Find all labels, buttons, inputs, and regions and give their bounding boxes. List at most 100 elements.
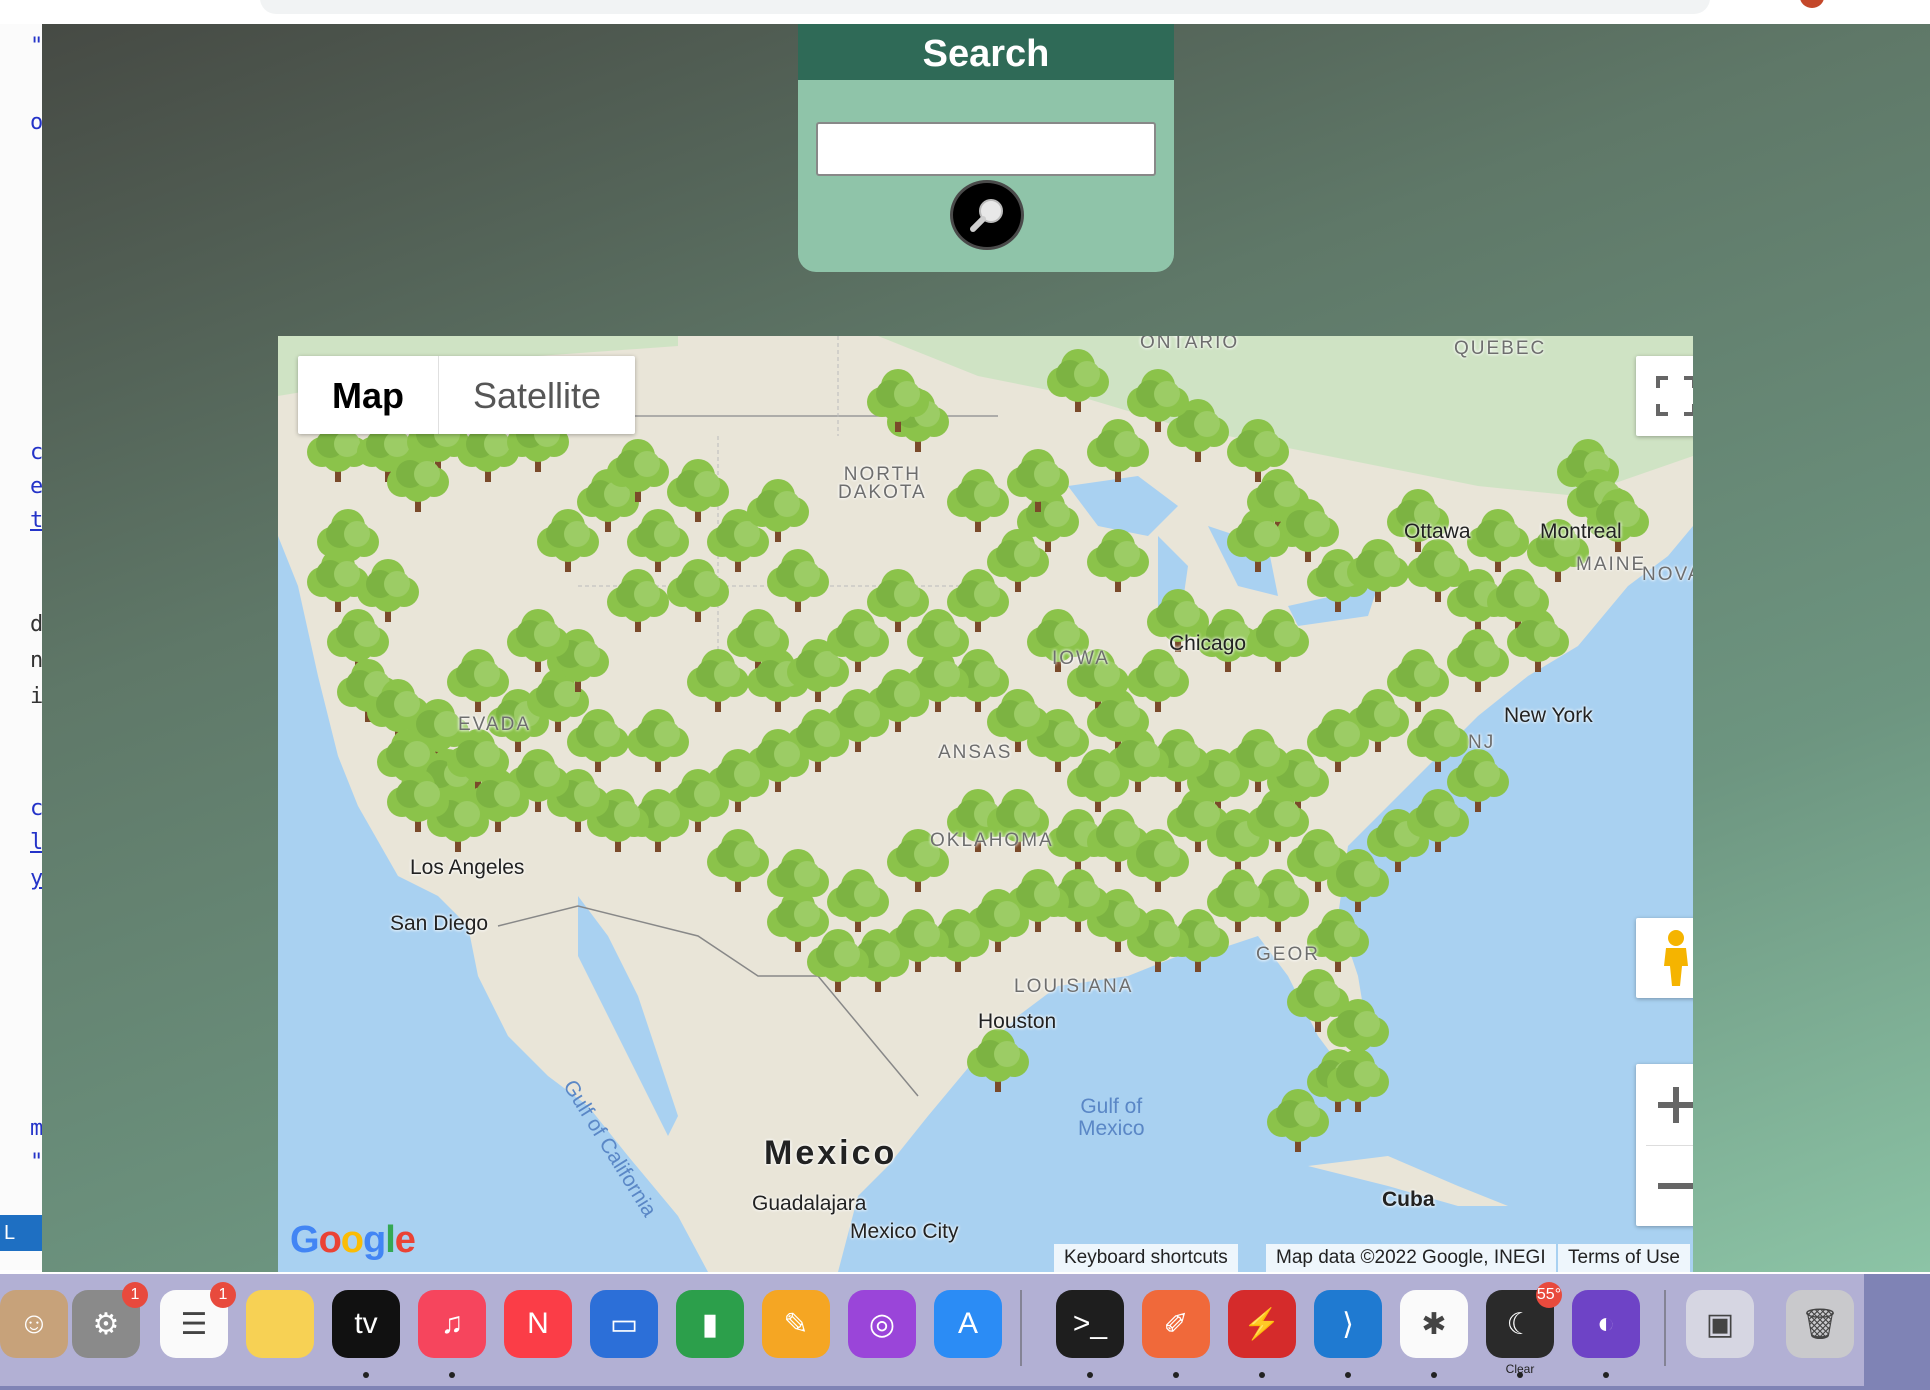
dock-pages-icon[interactable]: ✎: [762, 1290, 830, 1358]
label-nj: NJ: [1468, 732, 1496, 753]
dock-running-indicator: [1517, 1372, 1523, 1378]
address-bar[interactable]: [260, 0, 1710, 14]
tree-marker[interactable]: [607, 569, 669, 632]
label-georgia: GEOR: [1256, 944, 1320, 965]
dock-notes-icon[interactable]: [246, 1290, 314, 1358]
fullscreen-button[interactable]: [1636, 356, 1693, 436]
tree-marker[interactable]: [1247, 609, 1309, 672]
dock-terminal-icon[interactable]: >_: [1056, 1290, 1124, 1358]
dock-reminders-icon[interactable]: ☰ 1: [160, 1282, 236, 1358]
pegman-button[interactable]: [1636, 918, 1693, 998]
dock-postman-icon[interactable]: ✐: [1142, 1290, 1210, 1358]
tree-marker[interactable]: [567, 709, 629, 772]
label-mexico: Mexico: [764, 1134, 898, 1172]
search-panel: Search: [798, 24, 1174, 272]
map-type-map-button[interactable]: Map: [298, 356, 439, 434]
tree-marker[interactable]: [537, 509, 599, 572]
tree-marker[interactable]: [867, 569, 929, 632]
tree-marker[interactable]: [687, 649, 749, 712]
profile-avatar[interactable]: [1800, 0, 1824, 8]
label-mexico-city: Mexico City: [850, 1220, 959, 1243]
label-ontario: ONTARIO: [1140, 336, 1240, 353]
tree-marker[interactable]: [1267, 1089, 1329, 1152]
keyboard-shortcuts-link[interactable]: Keyboard shortcuts: [1054, 1244, 1238, 1272]
dock-vscode-icon[interactable]: ⟩: [1314, 1290, 1382, 1358]
tree-marker[interactable]: [1447, 629, 1509, 692]
map-view[interactable]: Map Satellite ONTARIO QUEBEC NORTH DAKOT…: [278, 336, 1693, 1272]
dock-contacts-icon[interactable]: ☺: [0, 1290, 68, 1358]
tree-marker[interactable]: [667, 559, 729, 622]
tree-marker[interactable]: [1047, 349, 1109, 412]
label-north-dakota: NORTH DAKOTA: [838, 464, 927, 503]
dock-running-indicator: [1087, 1372, 1093, 1378]
label-gulf-of-mexico: Gulf of Mexico: [1078, 1095, 1145, 1140]
tree-marker[interactable]: [1387, 649, 1449, 712]
dock-separator: [1020, 1290, 1022, 1366]
tree-marker[interactable]: [447, 649, 509, 712]
map-type-control: Map Satellite: [298, 356, 636, 434]
editor-status-bar[interactable]: L: [0, 1215, 44, 1251]
tree-marker[interactable]: [827, 869, 889, 932]
dock-screenshot-preview-icon[interactable]: ▣: [1686, 1290, 1754, 1358]
dock-music-icon[interactable]: ♫: [418, 1290, 486, 1358]
tree-marker[interactable]: [1127, 649, 1189, 712]
tree-marker[interactable]: [1207, 869, 1269, 932]
tree-marker[interactable]: [307, 549, 369, 612]
dock-trash-icon[interactable]: 🗑: [1786, 1290, 1854, 1358]
search-button[interactable]: [950, 180, 1024, 250]
minus-icon: [1658, 1182, 1693, 1189]
label-houston: Houston: [978, 1010, 1057, 1033]
label-louisiana: LOUISIANA: [1014, 976, 1134, 997]
tree-marker[interactable]: [627, 509, 689, 572]
dock-running-indicator: [363, 1372, 369, 1378]
label-chicago: Chicago: [1169, 632, 1247, 655]
browser-toolbar: [0, 0, 1930, 24]
dock-apple-tv-icon[interactable]: tv: [332, 1290, 400, 1358]
tree-marker[interactable]: [807, 929, 869, 992]
tree-marker[interactable]: [667, 459, 729, 522]
tree-marker[interactable]: [707, 829, 769, 892]
fullscreen-icon: [1656, 376, 1693, 416]
label-kansas: ANSAS: [938, 742, 1013, 763]
plus-icon: [1658, 1086, 1693, 1123]
dock-news-icon[interactable]: N: [504, 1290, 572, 1358]
label-new-york: New York: [1504, 704, 1593, 727]
tree-marker[interactable]: [627, 709, 689, 772]
dock-github-desktop-icon[interactable]: ◐: [1572, 1290, 1640, 1358]
tree-markers[interactable]: [278, 336, 1693, 1272]
dock-keynote-icon[interactable]: ▭: [590, 1290, 658, 1358]
dock-system-preferences-icon[interactable]: ⚙ 1: [72, 1282, 148, 1358]
google-logo[interactable]: Google: [290, 1219, 416, 1262]
tree-marker[interactable]: [1087, 529, 1149, 592]
label-san-diego: San Diego: [390, 912, 489, 935]
tree-marker[interactable]: [1407, 709, 1469, 772]
terms-of-use-link[interactable]: Terms of Use: [1558, 1244, 1690, 1272]
dock-slack-icon[interactable]: ✱: [1400, 1290, 1468, 1358]
map-type-satellite-button[interactable]: Satellite: [439, 356, 635, 434]
tree-marker[interactable]: [767, 889, 829, 952]
tree-marker[interactable]: [1467, 509, 1529, 572]
dock-podcasts-icon[interactable]: ◎: [848, 1290, 916, 1358]
label-los-angeles: Los Angeles: [410, 856, 525, 879]
macos-dock: ☺ ⚙ 1 ☰ 1 tv ♫ N ▭ ▮ ✎ ◎ A >_ ✐ ⚡ ⟩ ✱ ☾ 55° Clear ◐ ▣ 🗑: [0, 1274, 1930, 1390]
label-quebec: QUEBEC: [1454, 338, 1547, 359]
zoom-out-button[interactable]: [1656, 1146, 1693, 1226]
dock-numbers-icon[interactable]: ▮: [676, 1290, 744, 1358]
search-input[interactable]: [816, 122, 1156, 176]
zoom-in-button[interactable]: [1646, 1065, 1693, 1146]
dock-app-store-icon[interactable]: A: [934, 1290, 1002, 1358]
tree-marker[interactable]: [1087, 419, 1149, 482]
background-code-editor: o " o c e t d n i c l y m " L: [0, 0, 44, 1270]
tree-marker[interactable]: [947, 469, 1009, 532]
label-iowa: IOWA: [1052, 648, 1110, 669]
tree-marker[interactable]: [1447, 749, 1509, 812]
tree-marker[interactable]: [767, 549, 829, 612]
dock-bitdefender-icon[interactable]: ⚡: [1228, 1290, 1296, 1358]
tree-marker[interactable]: [947, 569, 1009, 632]
notification-badge: 1: [122, 1282, 148, 1308]
label-cuba: Cuba: [1382, 1188, 1435, 1211]
dock-weather-icon[interactable]: ☾ 55° Clear: [1486, 1282, 1562, 1376]
label-nova: NOVA: [1642, 564, 1693, 585]
label-maine: MAINE: [1576, 554, 1647, 575]
tree-marker[interactable]: [967, 1029, 1029, 1092]
